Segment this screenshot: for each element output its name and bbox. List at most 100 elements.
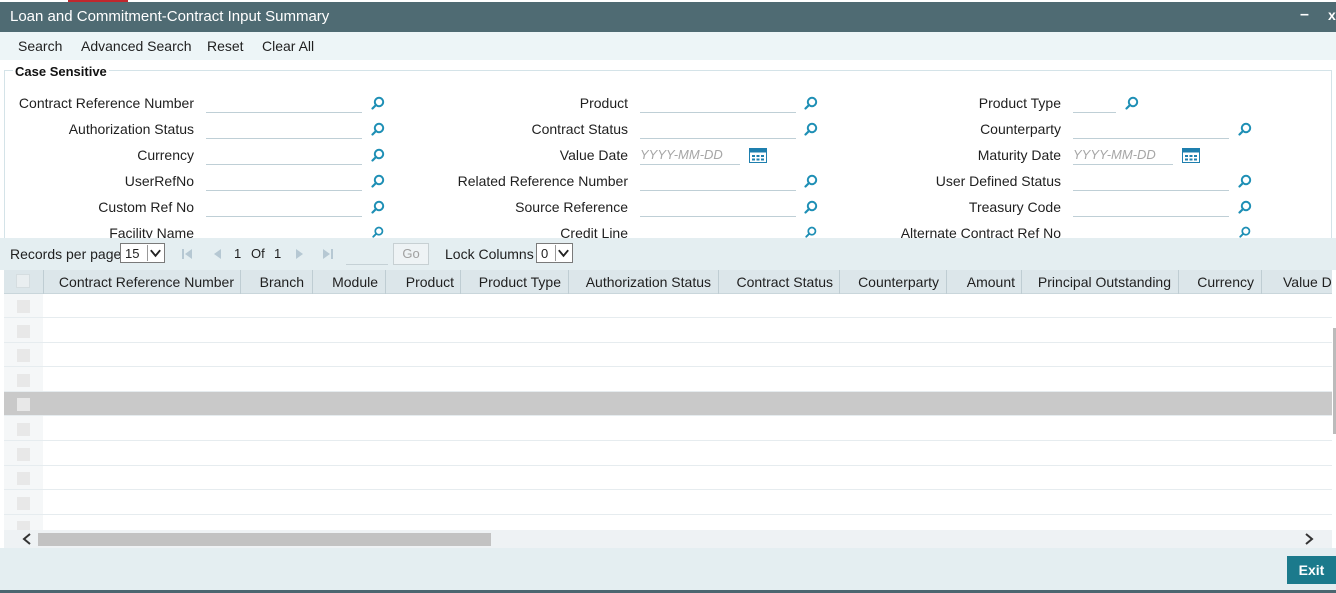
table-row[interactable] <box>4 515 1332 530</box>
related-reference-number-input[interactable] <box>640 171 796 191</box>
search-lookup-icon[interactable] <box>1238 226 1252 238</box>
currency-input[interactable] <box>206 145 362 165</box>
column-header-contract-reference-number[interactable]: Contract Reference Number <box>59 274 234 290</box>
records-per-page-select[interactable]: 15 <box>120 243 165 263</box>
chevron-down-icon <box>555 245 569 261</box>
search-lookup-icon[interactable] <box>371 96 385 110</box>
column-divider <box>240 270 241 294</box>
contract-reference-number-input[interactable] <box>206 93 362 113</box>
column-header-counterparty[interactable]: Counterparty <box>858 274 939 290</box>
reset-button[interactable]: Reset <box>207 38 244 54</box>
table-row[interactable] <box>4 294 1332 318</box>
previous-page-icon[interactable] <box>211 248 223 260</box>
calendar-icon[interactable] <box>749 147 767 163</box>
search-lookup-icon[interactable] <box>804 226 818 238</box>
first-page-icon[interactable] <box>181 248 193 260</box>
search-lookup-icon[interactable] <box>371 148 385 162</box>
search-lookup-icon[interactable] <box>371 174 385 188</box>
table-row[interactable] <box>4 319 1332 343</box>
go-button[interactable]: Go <box>393 243 429 265</box>
lock-columns-select[interactable]: 0 <box>536 243 573 263</box>
column-header-value-date[interactable]: Value D <box>1283 274 1332 290</box>
search-lookup-icon[interactable] <box>1125 96 1139 110</box>
column-header-currency[interactable]: Currency <box>1197 274 1254 290</box>
table-row[interactable] <box>4 392 1332 417</box>
treasury-code-label: Treasury Code <box>968 199 1061 215</box>
exit-button[interactable]: Exit <box>1287 556 1336 584</box>
value-date-label: Value Date <box>559 147 628 163</box>
source-reference-input[interactable] <box>640 197 796 217</box>
table-row[interactable] <box>4 491 1332 515</box>
column-divider <box>1178 270 1179 294</box>
column-header-product[interactable]: Product <box>406 274 454 290</box>
horizontal-scroll-thumb[interactable] <box>38 533 491 546</box>
contract-status-label: Contract Status <box>531 121 629 137</box>
search-lookup-icon[interactable] <box>371 122 385 136</box>
column-header-amount[interactable]: Amount <box>967 274 1015 290</box>
search-lookup-icon[interactable] <box>804 96 818 110</box>
clear-all-button[interactable]: Clear All <box>262 38 314 54</box>
column-divider <box>718 270 719 294</box>
row-checkbox[interactable] <box>17 472 30 486</box>
row-checkbox[interactable] <box>17 349 30 363</box>
row-checkbox[interactable] <box>17 300 30 313</box>
table-row[interactable] <box>4 417 1332 441</box>
search-lookup-icon[interactable] <box>804 122 818 136</box>
row-checkbox[interactable] <box>17 398 30 412</box>
column-header-authorization-status[interactable]: Authorization Status <box>586 274 711 290</box>
treasury-code-input[interactable] <box>1073 197 1229 217</box>
contract-reference-number-label: Contract Reference Number <box>18 95 194 111</box>
table-row[interactable] <box>4 343 1332 368</box>
credit-line-label: Credit Line <box>560 225 628 238</box>
column-divider <box>568 270 569 294</box>
table-row[interactable] <box>4 442 1332 466</box>
column-header-principal-outstanding[interactable]: Principal Outstanding <box>1038 274 1171 290</box>
product-type-input[interactable] <box>1073 93 1116 113</box>
last-page-icon[interactable] <box>322 248 334 260</box>
chevron-down-icon <box>147 245 161 261</box>
counterparty-input[interactable] <box>1073 119 1229 139</box>
column-header-contract-status[interactable]: Contract Status <box>737 274 834 290</box>
user-defined-status-input[interactable] <box>1073 171 1229 191</box>
search-lookup-icon[interactable] <box>371 200 385 214</box>
search-lookup-icon[interactable] <box>1238 200 1252 214</box>
contract-status-input[interactable] <box>640 119 796 139</box>
column-header-branch[interactable]: Branch <box>260 274 304 290</box>
row-checkbox[interactable] <box>17 521 30 530</box>
value-date-input[interactable] <box>640 145 740 165</box>
product-input[interactable] <box>640 93 796 113</box>
advanced-search-button[interactable]: Advanced Search <box>81 38 192 54</box>
pagination-bar <box>0 238 1336 270</box>
search-lookup-icon[interactable] <box>1238 122 1252 136</box>
scroll-right-icon[interactable] <box>1304 533 1314 545</box>
page-number-input[interactable] <box>346 243 388 265</box>
close-button[interactable]: x <box>1328 7 1336 23</box>
column-header-product-type[interactable]: Product Type <box>479 274 561 290</box>
row-checkbox[interactable] <box>17 423 30 436</box>
table-row[interactable] <box>4 466 1332 491</box>
custom-ref-no-label: Custom Ref No <box>98 199 194 215</box>
search-lookup-icon[interactable] <box>804 200 818 214</box>
authorization-status-input[interactable] <box>206 119 362 139</box>
custom-ref-no-input[interactable] <box>206 197 362 217</box>
table-row[interactable] <box>4 368 1332 392</box>
user-defined-status-label: User Defined Status <box>935 173 1061 189</box>
search-lookup-icon[interactable] <box>1238 174 1252 188</box>
search-lookup-icon[interactable] <box>371 226 385 238</box>
user-ref-no-input[interactable] <box>206 171 362 191</box>
maturity-date-input[interactable] <box>1073 145 1173 165</box>
calendar-icon[interactable] <box>1182 147 1200 163</box>
row-checkbox[interactable] <box>17 496 30 510</box>
search-button[interactable]: Search <box>18 38 62 54</box>
minimize-button[interactable]: – <box>1300 6 1309 24</box>
row-checkbox[interactable] <box>17 447 30 461</box>
next-page-icon[interactable] <box>294 248 306 260</box>
column-header-module[interactable]: Module <box>332 274 378 290</box>
column-divider <box>946 270 947 294</box>
row-checkbox[interactable] <box>17 324 30 338</box>
row-checkbox[interactable] <box>17 373 30 387</box>
select-all-checkbox[interactable] <box>16 274 30 288</box>
search-lookup-icon[interactable] <box>804 174 818 188</box>
scroll-left-icon[interactable] <box>22 533 32 545</box>
lock-columns-value: 0 <box>541 246 549 261</box>
